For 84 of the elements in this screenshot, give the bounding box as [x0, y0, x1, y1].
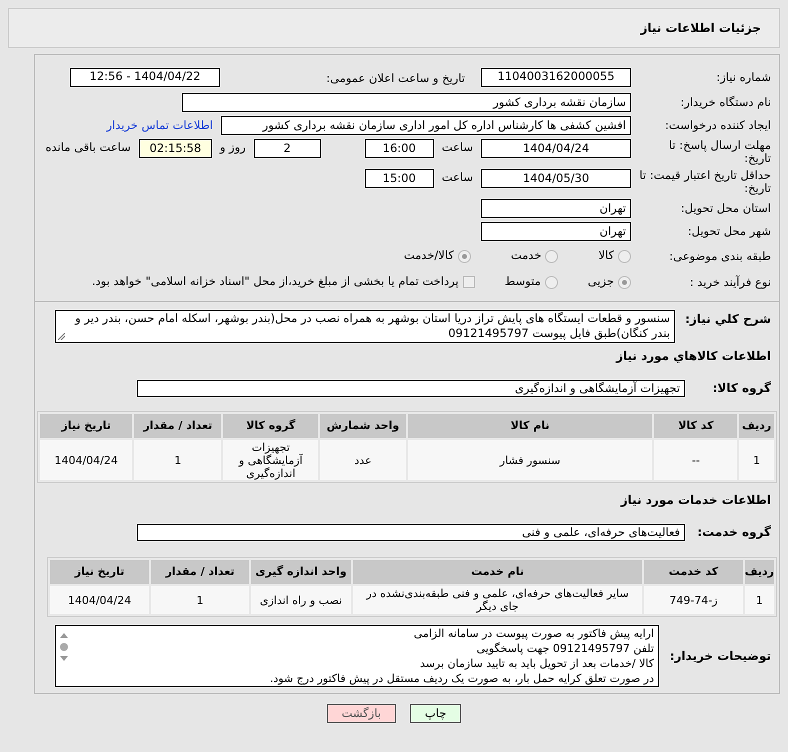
field-label: ساعت باقی مانده: [46, 139, 131, 156]
text-field[interactable]: 16:00: [364, 139, 434, 158]
field-label: طبقه بندی موضوعی:: [668, 250, 772, 262]
text-field[interactable]: 1404/04/22 - 12:56: [70, 68, 220, 86]
text-field[interactable]: 1404/04/24: [481, 139, 631, 158]
note-line: در صورت تعلق کرایه حمل بار، به صورت یک ردیف مستقل در پیش فاکتور درج شود.: [268, 671, 654, 686]
text-field[interactable]: تجهیزات آزمایشگاهی و اندازه‌گیری: [137, 380, 685, 396]
table-cell: تجهیزات آزمایشگاهی و اندازه‌گیری: [223, 440, 318, 480]
radio-label: خدمت: [510, 247, 542, 264]
radio-button[interactable]: [618, 276, 631, 288]
text-field[interactable]: سازمان نقشه برداری کشور: [182, 93, 631, 112]
column-header: گروه کالا: [223, 414, 318, 438]
text-field[interactable]: 1404/05/30: [481, 169, 631, 188]
column-header: تعداد / مقدار: [151, 560, 249, 584]
note-line: ارایه پیش فاکتور به صورت پیوست در سامانه الزامی: [412, 626, 654, 641]
column-header: تاریخ نیاز: [40, 414, 132, 438]
field-label: تاریخ و ساعت اعلان عمومی:: [326, 71, 465, 85]
field-label: توضیحات خریدار:: [668, 648, 772, 665]
field-label: نام دستگاه خریدار:: [679, 96, 772, 109]
field-label: گروه کالا:: [712, 380, 772, 397]
buyer-contact-link[interactable]: اطلاعات تماس خریدار: [106, 116, 213, 134]
field-label: شماره نیاز:: [715, 70, 772, 84]
print-button[interactable]: چاپ: [410, 704, 462, 723]
radio-button[interactable]: [458, 250, 471, 262]
table-cell: 1404/04/24: [50, 586, 150, 614]
radio-label: کالا/خدمت: [404, 247, 454, 264]
table-cell: عدد: [320, 440, 406, 480]
field-label: شهر محل تحویل:: [686, 225, 772, 238]
column-header: نام خدمت: [352, 560, 642, 584]
column-header: نام کالا: [408, 414, 652, 438]
column-header: کد خدمت: [644, 560, 743, 584]
note-line: تلفن 09121495797 جهت پاسخگویی: [475, 641, 654, 656]
field-label: گروه خدمت:: [696, 524, 772, 541]
field-label: نوع فرآیند خرید :: [688, 276, 772, 288]
table-cell: نصب و راه اندازی: [250, 586, 351, 614]
radio-label: متوسط: [504, 273, 541, 290]
field-label: حداقل تاریخ اعتبار قیمت: تا تاریخ:: [639, 169, 772, 195]
section-title: اطلاعات كالاهاي مورد نياز: [614, 348, 772, 365]
resize-handle-icon: [58, 333, 65, 340]
description-field[interactable]: سنسور و قطعات ایستگاه های پایش تراز دریا استان بوشهر به همراه نصب در محل(بندر بوشهر، اسکله امام حسن، بندر دیر و بندر کنگان)طبق فایل پیوست 09121495797: [55, 310, 675, 343]
radio-button[interactable]: [544, 276, 558, 288]
column-header: تاریخ نیاز: [50, 560, 150, 584]
text-field[interactable]: تهران: [481, 222, 631, 241]
text-field[interactable]: 2: [254, 139, 321, 158]
text-field[interactable]: افشین کشفی ها کارشناس اداره کل امور اداری سازمان نقشه برداری کشور: [221, 116, 631, 135]
checkbox[interactable]: [462, 276, 475, 288]
field-label: روز و: [220, 139, 246, 156]
field-label: مهلت ارسال پاسخ: تا تاریخ:: [668, 139, 772, 165]
scrollbar-icon: [58, 632, 70, 662]
column-header: ردیف: [744, 560, 774, 584]
radio-label: کالا: [598, 247, 614, 264]
column-header: کد کالا: [654, 414, 738, 438]
table-cell: 1: [739, 440, 774, 480]
table-cell: 1404/04/24: [40, 440, 132, 480]
page-title: جزئیات اطلاعات نیاز: [640, 20, 761, 37]
radio-button[interactable]: [545, 250, 558, 262]
table-cell: 1: [744, 586, 774, 614]
field-label: شرح كلي نياز:: [684, 311, 772, 328]
field-label: استان محل تحویل:: [680, 202, 772, 215]
radio-button[interactable]: [618, 250, 631, 262]
field-label: ساعت: [442, 169, 473, 186]
radio-label: جزیی: [588, 273, 614, 290]
back-button[interactable]: بازگشت: [326, 704, 396, 723]
column-header: ردیف: [739, 414, 774, 438]
text-field[interactable]: فعالیت‌های حرفه‌ای، علمی و فنی: [137, 524, 685, 540]
checkbox-label: پرداخت تمام یا بخشی از مبلغ خرید،از محل "اسناد خزانه اسلامی" خواهد بود.: [92, 273, 459, 290]
column-header: تعداد / مقدار: [134, 414, 222, 438]
text-field[interactable]: 1104003162000055: [481, 68, 631, 86]
section-title: اطلاعات خدمات مورد نیاز: [619, 492, 772, 509]
table-cell: --: [654, 440, 738, 480]
text-field[interactable]: 02:15:58: [138, 139, 212, 158]
text-field[interactable]: 15:00: [364, 169, 434, 188]
column-header: واحد شمارش: [320, 414, 406, 438]
field-label: ایجاد کننده درخواست:: [664, 119, 772, 132]
field-label: ساعت: [442, 139, 473, 156]
column-header: واحد اندازه گیری: [250, 560, 351, 584]
table-cell: ز-74-749: [644, 586, 743, 614]
table-cell: 1: [134, 440, 222, 480]
table-cell: 1: [151, 586, 249, 614]
note-line: کالا /خدمات بعد از تحویل باید به تایید سازمان برسد: [418, 656, 654, 671]
text-field[interactable]: تهران: [481, 199, 631, 218]
buyer-notes-field[interactable]: [55, 625, 659, 687]
table-cell: سایر فعالیت‌های حرفه‌ای، علمی و فنی طبقه‌بندی‌نشده در جای دیگر: [352, 586, 642, 614]
table-cell: سنسور فشار: [408, 440, 652, 480]
